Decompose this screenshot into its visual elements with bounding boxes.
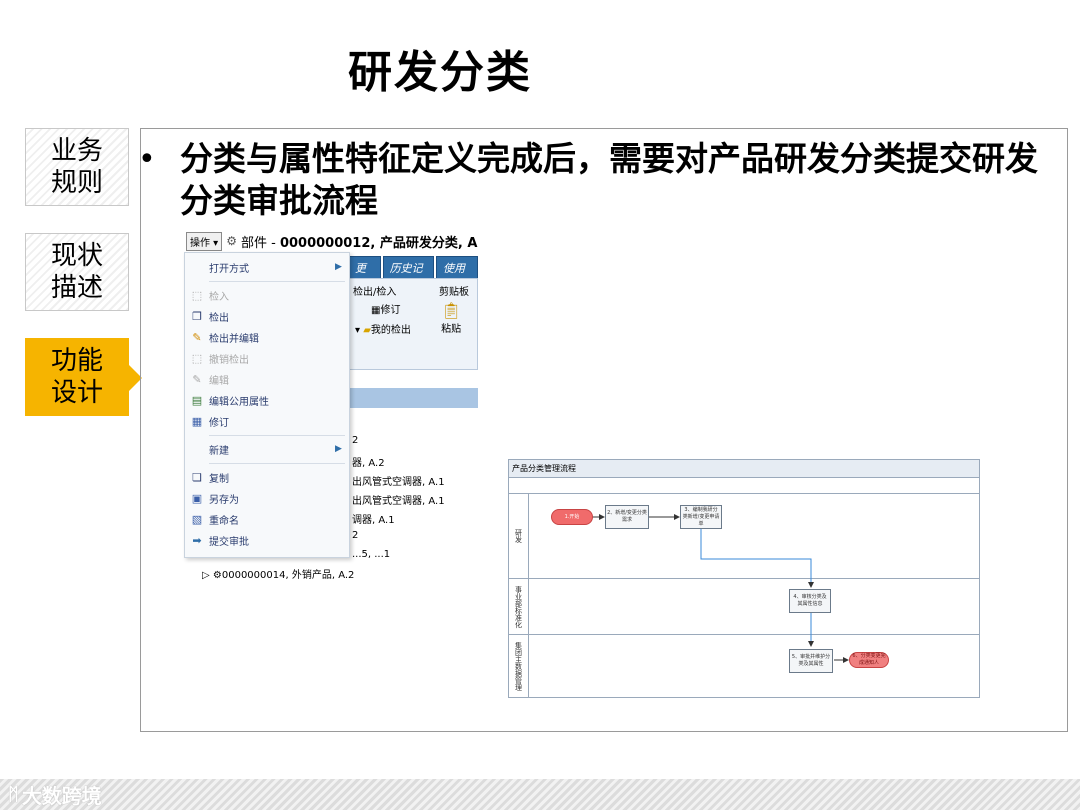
- footer-band: [0, 779, 1080, 810]
- part-gear-icon: ⚙: [212, 570, 222, 581]
- tree-row[interactable]: 2: [352, 435, 358, 446]
- context-menu: 打开方式 ▶ ⬚ 检入 ❐ 检出 ✎ 检出并编辑 ⬚ 撤销检出 ✎ 编辑 ▤ 编辑公用属性 ▦…: [184, 252, 350, 558]
- copy-icon: ❏: [192, 470, 202, 484]
- ribbon-panel: 检出/检入 剪贴板 ▦修订 ▾ ▰我的检出 📋︎ 粘贴: [348, 278, 478, 370]
- ribbon-paste-button[interactable]: 📋︎ 粘贴: [441, 301, 461, 335]
- rename-icon: ▧: [191, 512, 203, 526]
- paste-icon: 📋︎: [441, 301, 462, 320]
- undo-icon: ⬚: [191, 351, 203, 365]
- menu-separator: [209, 281, 345, 282]
- properties-icon: ▤: [191, 393, 203, 407]
- slide-title: 研发分类: [348, 47, 532, 98]
- brand-logo-icon: ᛗ: [8, 784, 19, 805]
- side-tab-current-status[interactable]: 现状 描述: [25, 233, 129, 311]
- menu-separator: [209, 463, 345, 464]
- node-step-5: 5、审批并维护分类及其属性: [789, 649, 833, 673]
- side-tab-business-rules[interactable]: 业务 规则: [25, 128, 129, 206]
- menu-separator: [209, 435, 345, 436]
- side-tab-function-design[interactable]: 功能 设计: [25, 338, 142, 416]
- expand-arrow-icon[interactable]: ▷: [202, 570, 210, 581]
- connector-3-4: [700, 529, 814, 588]
- part-breadcrumb: 部件 - 0000000012, 产品研发分类, A.2: [241, 232, 478, 251]
- plm-screenshot: 操作 ▾ ⚙ 部件 - 0000000012, 产品研发分类, A.2 更改 历…: [182, 228, 478, 586]
- tree-row[interactable]: ...5, ...1: [352, 549, 390, 560]
- checkin-icon: ⬚: [191, 288, 203, 302]
- menu-item-edit-common-properties[interactable]: ▤ 编辑公用属性: [185, 390, 349, 410]
- tree-row[interactable]: 器, A.2: [352, 454, 385, 469]
- edit-icon: ✎: [192, 372, 202, 386]
- node-step-3: 3、编制我研分类新增/变更申请单: [680, 505, 722, 529]
- folder-icon: ▰: [363, 325, 371, 336]
- node-step-2: 2、新增/变更分类需求: [605, 505, 649, 529]
- tree-row[interactable]: 2: [352, 530, 358, 541]
- list-header-strip: [348, 388, 478, 408]
- node-start: 1.开始: [551, 509, 593, 525]
- operations-button[interactable]: 操作 ▾: [186, 231, 223, 251]
- revise-icon: ▦: [191, 414, 203, 428]
- menu-item-revise[interactable]: ▦ 修订: [185, 411, 349, 431]
- menu-item-rename[interactable]: ▧ 重命名: [185, 509, 349, 529]
- menu-item-edit: ✎ 编辑: [185, 369, 349, 389]
- menu-item-checkin: ⬚ 检入: [185, 285, 349, 305]
- breadcrumb-prefix: 部件 -: [240, 235, 280, 251]
- ribbon-group-checkin: 检出/检入: [353, 287, 397, 298]
- submenu-arrow-icon: ▶: [335, 444, 342, 454]
- ribbon-revise-button[interactable]: ▦修订: [371, 301, 400, 316]
- menu-item-undo-checkout: ⬚ 撤销检出: [185, 348, 349, 368]
- menu-item-save-as[interactable]: ▣ 另存为: [185, 488, 349, 508]
- tree-row-last[interactable]: ▷ ⚙0000000014, 外销产品, A.2: [202, 566, 354, 581]
- part-gear-icon: ⚙: [226, 234, 237, 248]
- submenu-arrow-icon: ▶: [335, 262, 342, 272]
- menu-item-checkout-edit[interactable]: ✎ 检出并编辑: [185, 327, 349, 347]
- node-end: 6、分类变更完成通知人: [849, 652, 889, 668]
- save-as-icon: ▣: [191, 491, 203, 505]
- tree-row[interactable]: 出风管式空调器, A.1: [352, 473, 445, 488]
- flowchart-connectors: [592, 514, 849, 663]
- tree-row[interactable]: 调器, A.1: [352, 511, 395, 526]
- process-flowchart: 产品分类管理流程 研发 事业部标准化 集团主数据管理 1.开始 2、新增/变更分…: [508, 459, 980, 698]
- menu-item-new[interactable]: 新建 ▶: [185, 439, 349, 459]
- bullet-text: 分类与属性特征定义完成后，需要对产品研发分类提交研发分类审批流程: [180, 139, 1038, 220]
- menu-item-submit-approval[interactable]: ➡ 提交审批: [185, 530, 349, 550]
- plm-header: 操作 ▾ ⚙ 部件 - 0000000012, 产品研发分类, A.2: [182, 228, 478, 254]
- menu-item-checkout[interactable]: ❐ 检出: [185, 306, 349, 326]
- node-step-4: 4、审核分类及其属性信息: [789, 589, 831, 613]
- tree-row-label: 0000000014, 外销产品, A.2: [221, 570, 355, 581]
- brand-name: 大数跨境: [21, 784, 102, 808]
- ribbon-my-checkouts-button[interactable]: ▾ ▰我的检出: [355, 321, 411, 336]
- checkout-icon: ❐: [192, 309, 202, 323]
- ribbon-paste-label: 粘贴: [441, 324, 462, 335]
- menu-item-open-with[interactable]: 打开方式 ▶: [185, 257, 349, 277]
- ribbon-revise-label: 修订: [380, 305, 401, 316]
- tree-row[interactable]: 出风管式空调器, A.1: [352, 492, 445, 507]
- breadcrumb-part-number: 0000000012, 产品研发分类, A.2: [279, 235, 478, 251]
- ribbon-group-clipboard: 剪贴板: [439, 287, 469, 298]
- ribbon-my-checkouts-label: 我的检出: [370, 325, 411, 336]
- footer-brand: ᛗ 大数跨境: [8, 780, 102, 809]
- submit-arrow-icon: ➡: [192, 533, 202, 547]
- pencil-icon: ✎: [192, 330, 202, 344]
- bullet-dot: •: [138, 142, 156, 177]
- menu-item-copy[interactable]: ❏ 复制: [185, 467, 349, 487]
- dropdown-arrow-icon: ▾: [355, 325, 361, 336]
